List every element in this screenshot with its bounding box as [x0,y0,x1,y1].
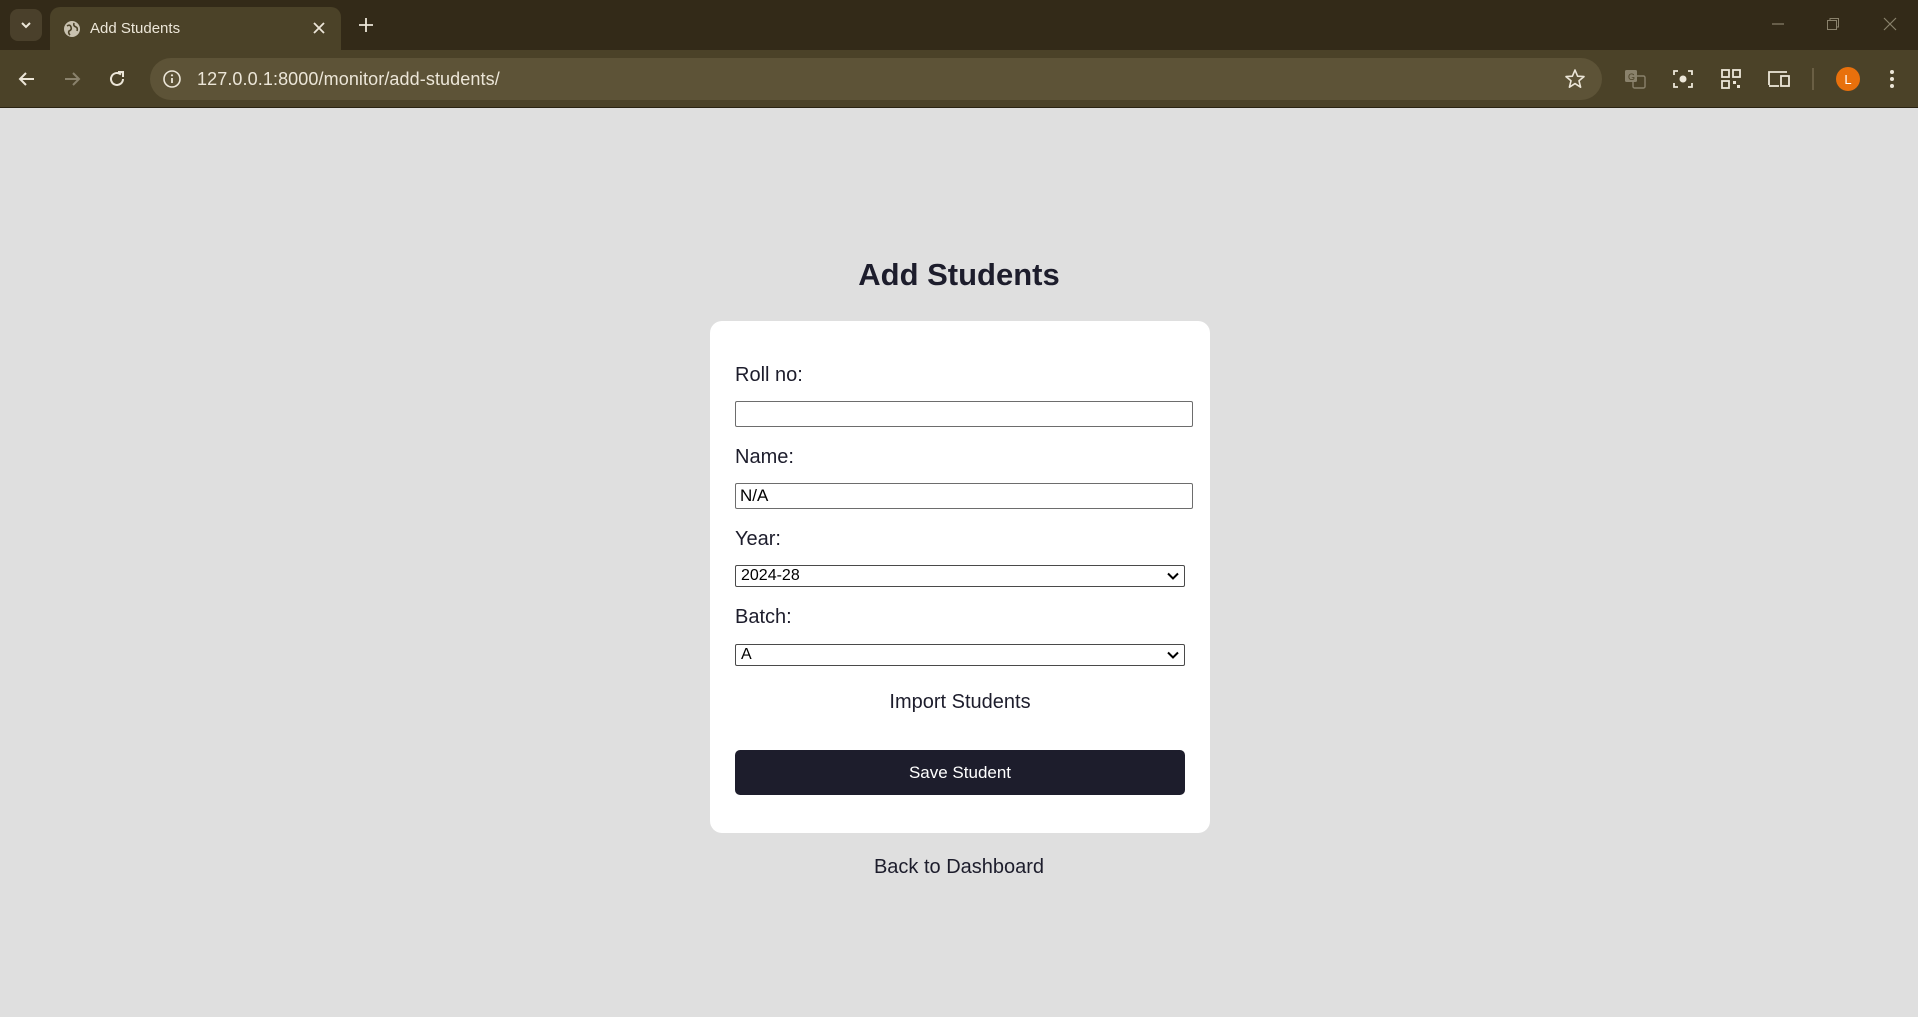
qr-code-icon [1721,69,1741,89]
cast-icon [1768,71,1790,87]
qr-code-button[interactable] [1717,65,1745,93]
cast-button[interactable] [1765,65,1793,93]
toolbar-divider [0,107,1918,108]
add-student-form: Roll no: Name: Year: 2024-28 Batch: A Im… [710,321,1210,833]
batch-label: Batch: [735,606,792,628]
reload-icon [110,71,124,86]
year-select[interactable]: 2024-28 [735,565,1185,587]
active-tab[interactable]: Add Students [50,7,341,50]
chevron-down-icon [1167,572,1179,580]
close-icon [313,22,325,34]
translate-icon: G [1625,70,1646,89]
globe-icon [64,21,80,37]
url-text: 127.0.0.1:8000/monitor/add-students/ [197,69,500,89]
import-students-link[interactable]: Import Students [710,691,1210,714]
toolbar-separator [1812,68,1814,90]
batch-selected-value: A [741,646,752,663]
new-tab-button[interactable] [352,11,380,39]
forward-button[interactable] [57,64,87,94]
profile-avatar[interactable]: L [1836,67,1860,91]
tab-strip: Add Students [0,0,1918,50]
page-title: Add Students [858,257,1060,292]
tab-close-button[interactable] [309,18,329,38]
reload-button[interactable] [102,64,132,94]
minimize-button[interactable] [1766,12,1790,36]
back-icon [18,72,34,86]
address-bar[interactable]: 127.0.0.1:8000/monitor/add-students/ [150,58,1602,100]
screenshot-button[interactable] [1669,65,1697,93]
roll-no-label: Roll no: [735,364,803,386]
forward-icon [65,72,81,86]
chevron-down-icon [1167,651,1179,659]
tab-list-button[interactable] [10,9,42,41]
site-info-icon[interactable] [162,69,182,89]
window-close-icon [1883,17,1897,31]
bookmark-star-icon[interactable] [1564,68,1586,90]
back-button[interactable] [12,64,42,94]
restore-button[interactable] [1821,12,1845,36]
new-tab-icon [359,18,373,32]
window-close-button[interactable] [1878,12,1902,36]
minimize-icon [1772,23,1784,25]
browser-toolbar: 127.0.0.1:8000/monitor/add-students/ G L [0,50,1918,108]
name-input[interactable] [735,483,1193,509]
browser-menu-button[interactable] [1878,65,1906,93]
year-label: Year: [735,528,781,550]
save-student-button[interactable]: Save Student [735,750,1185,795]
year-selected-value: 2024-28 [741,567,800,584]
tab-title: Add Students [90,20,181,37]
restore-icon [1827,18,1839,30]
tab-list-icon [21,22,31,29]
name-label: Name: [735,446,794,468]
translate-button[interactable]: G [1621,65,1649,93]
roll-no-input[interactable] [735,401,1193,427]
menu-icon [1890,70,1894,88]
back-to-dashboard-link[interactable]: Back to Dashboard [0,856,1918,879]
batch-select[interactable]: A [735,644,1185,666]
svg-text:G: G [1628,72,1635,82]
screenshot-icon [1673,70,1693,88]
